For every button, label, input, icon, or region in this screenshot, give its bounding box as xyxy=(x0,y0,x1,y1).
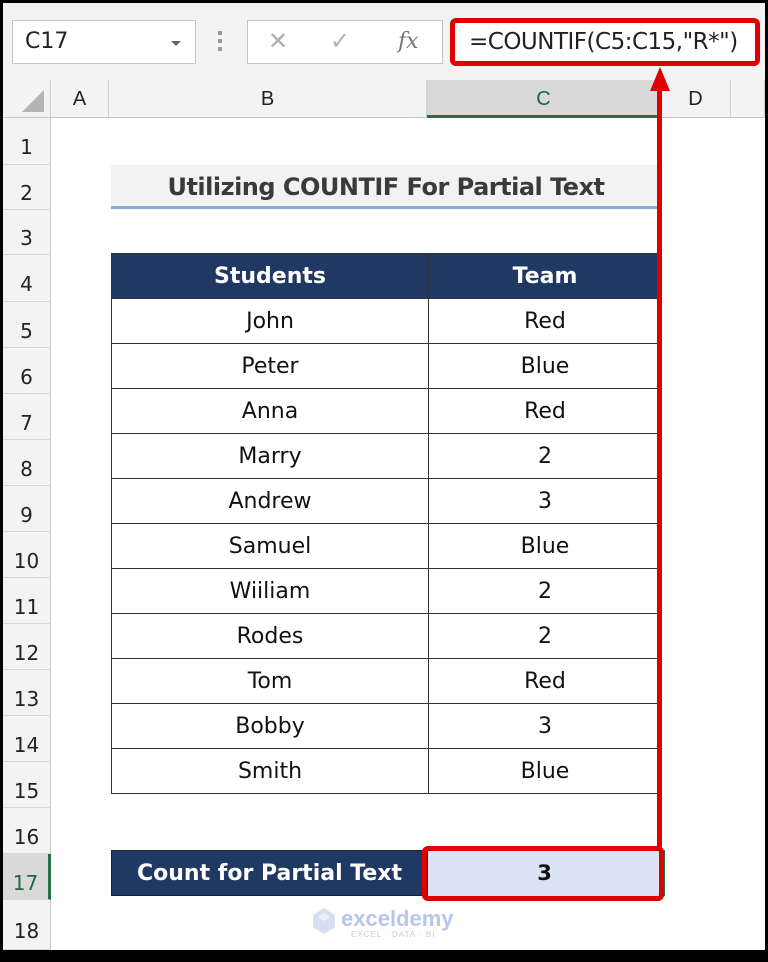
formula-text: =COUNTIF(C5:C15,"R*") xyxy=(469,29,738,55)
student-cell[interactable]: Marry xyxy=(111,433,429,479)
column-header-e[interactable] xyxy=(731,80,765,118)
student-cell[interactable]: Samuel xyxy=(111,523,429,569)
team-cell[interactable]: 2 xyxy=(428,568,662,614)
column-header-c[interactable]: C xyxy=(427,80,661,118)
team-cell[interactable]: Blue xyxy=(428,523,662,569)
count-label-cell[interactable]: Count for Partial Text xyxy=(111,850,428,896)
student-cell[interactable]: Rodes xyxy=(111,613,429,659)
column-header-d[interactable]: D xyxy=(661,80,731,118)
table-row: Andrew 3 xyxy=(111,478,662,524)
team-cell[interactable]: 3 xyxy=(428,478,662,524)
select-all-icon xyxy=(22,90,44,112)
name-box-value: C17 xyxy=(25,29,69,54)
row-header-8[interactable]: 8 xyxy=(3,440,51,486)
student-cell[interactable]: Anna xyxy=(111,388,429,434)
student-cell[interactable]: Andrew xyxy=(111,478,429,524)
excel-window: C17 ✕ ✓ fx =COUNTIF(C5:C15,"R*") A B C D… xyxy=(3,3,765,950)
student-cell[interactable]: Wiiliam xyxy=(111,568,429,614)
row-header-3[interactable]: 3 xyxy=(3,210,51,255)
table-row: Samuel Blue xyxy=(111,523,662,569)
name-box[interactable]: C17 xyxy=(12,20,196,64)
row-header-9[interactable]: 9 xyxy=(3,486,51,532)
arrow-up-icon xyxy=(650,67,670,91)
row-header-10[interactable]: 10 xyxy=(3,532,51,578)
team-cell[interactable]: Red xyxy=(428,388,662,434)
student-cell[interactable]: Peter xyxy=(111,343,429,389)
row-header-4[interactable]: 4 xyxy=(3,255,51,302)
formula-input[interactable]: =COUNTIF(C5:C15,"R*") xyxy=(450,18,760,66)
row-header-5[interactable]: 5 xyxy=(3,302,51,348)
insert-function-icon[interactable]: fx xyxy=(398,29,419,54)
watermark-tagline: EXCEL · DATA · BI xyxy=(351,930,436,939)
row-header-18[interactable]: 18 xyxy=(3,900,51,950)
student-cell[interactable]: John xyxy=(111,298,429,344)
table-row: Wiiliam 2 xyxy=(111,568,662,614)
team-cell[interactable]: 2 xyxy=(428,433,662,479)
table-row: Anna Red xyxy=(111,388,662,434)
team-cell[interactable]: 3 xyxy=(428,703,662,749)
cancel-icon[interactable]: ✕ xyxy=(268,27,288,56)
table-row: Smith Blue xyxy=(111,748,662,794)
table-row: Marry 2 xyxy=(111,433,662,479)
row-header-17[interactable]: 17 xyxy=(3,854,51,900)
grip-icon[interactable] xyxy=(218,31,222,53)
exceldemy-logo-icon xyxy=(313,908,335,934)
team-cell[interactable]: 2 xyxy=(428,613,662,659)
team-cell[interactable]: Red xyxy=(428,298,662,344)
table-header-row: Students Team xyxy=(111,253,662,299)
table-row: Bobby 3 xyxy=(111,703,662,749)
enter-icon[interactable]: ✓ xyxy=(330,27,350,56)
column-header-b[interactable]: B xyxy=(109,80,427,118)
students-table: Students Team John Red Peter Blue Anna Red Mar… xyxy=(111,253,662,794)
student-cell[interactable]: Tom xyxy=(111,658,429,704)
student-cell[interactable]: Smith xyxy=(111,748,429,794)
row-header-15[interactable]: 15 xyxy=(3,762,51,808)
team-cell[interactable]: Blue xyxy=(428,343,662,389)
select-all-button[interactable] xyxy=(3,80,51,118)
chevron-down-icon[interactable] xyxy=(171,41,181,46)
row-header-7[interactable]: 7 xyxy=(3,394,51,440)
row-header-14[interactable]: 14 xyxy=(3,716,51,762)
formula-buttons: ✕ ✓ fx xyxy=(247,20,443,64)
header-team[interactable]: Team xyxy=(428,253,662,299)
table-row: Peter Blue xyxy=(111,343,662,389)
column-header-a[interactable]: A xyxy=(51,80,109,118)
row-header-2[interactable]: 2 xyxy=(3,165,51,210)
table-row: John Red xyxy=(111,298,662,344)
annotation-arrow-line xyxy=(657,88,662,848)
row-header-1[interactable]: 1 xyxy=(3,118,51,165)
team-cell[interactable]: Blue xyxy=(428,748,662,794)
table-row: Tom Red xyxy=(111,658,662,704)
row-header-13[interactable]: 13 xyxy=(3,670,51,716)
result-highlight-box xyxy=(422,846,664,901)
student-cell[interactable]: Bobby xyxy=(111,703,429,749)
watermark-name: exceldemy xyxy=(341,906,454,931)
sheet-title[interactable]: Utilizing COUNTIF For Partial Text xyxy=(111,165,661,209)
table-row: Rodes 2 xyxy=(111,613,662,659)
row-header-12[interactable]: 12 xyxy=(3,624,51,670)
team-cell[interactable]: Red xyxy=(428,658,662,704)
row-header-6[interactable]: 6 xyxy=(3,348,51,394)
header-students[interactable]: Students xyxy=(111,253,429,299)
row-header-11[interactable]: 11 xyxy=(3,578,51,624)
row-header-16[interactable]: 16 xyxy=(3,808,51,854)
